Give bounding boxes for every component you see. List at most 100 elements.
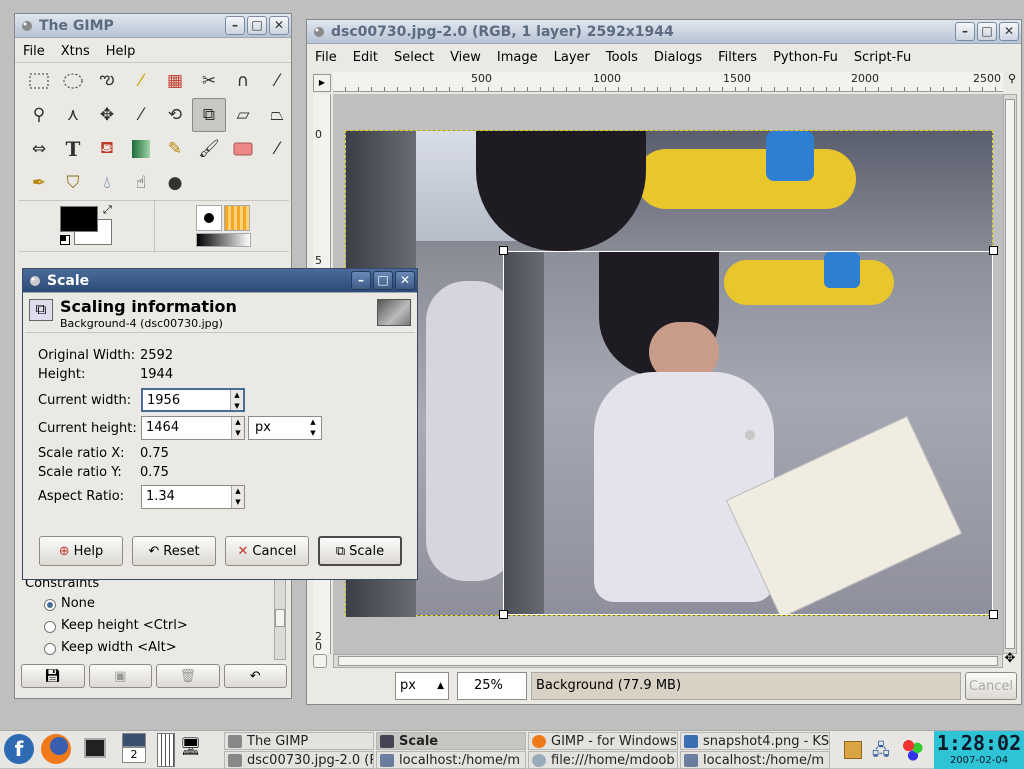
nav-zoom-icon[interactable]: ⚲ (1004, 72, 1020, 88)
flip-icon[interactable]: ⇔ (22, 132, 56, 166)
maximize-button[interactable]: □ (247, 16, 267, 35)
reset-options-button[interactable]: ↶ (223, 664, 287, 688)
reset-button[interactable]: ↶ Reset (132, 536, 216, 566)
quick-mask-button[interactable] (313, 654, 327, 668)
constraint-keep-height-radio[interactable] (44, 621, 56, 633)
menu-script-fu[interactable]: Script-Fu (846, 50, 919, 65)
brush-preview[interactable] (196, 205, 222, 231)
help-button[interactable]: ⊕ Help (39, 536, 123, 566)
kde-menu-icon[interactable]: f (4, 734, 34, 764)
eraser-icon[interactable] (226, 132, 260, 166)
perspective-icon[interactable]: ⏢ (260, 98, 294, 132)
measure-icon[interactable]: ⋏ (56, 98, 90, 132)
task-scale[interactable]: Scale (376, 732, 526, 750)
handle-bottom-left[interactable] (499, 610, 508, 619)
smudge-icon[interactable]: ☝ (124, 166, 158, 200)
unit-select[interactable]: px ▲ ▼ (248, 416, 322, 440)
menu-dialogs[interactable]: Dialogs (646, 50, 710, 65)
clock[interactable]: 1:28:02 2007-02-04 (934, 731, 1024, 769)
scale-titlebar[interactable]: Scale – □ ✕ (23, 269, 417, 293)
task-gimp-windows[interactable]: GIMP - for Windows (528, 732, 678, 750)
vertical-scrollbar[interactable] (1003, 94, 1017, 654)
task-localhost-2[interactable]: localhost:/home/m (680, 751, 830, 769)
current-height-input[interactable]: 1464 ▲ ▼ (141, 416, 245, 440)
image-titlebar[interactable]: dsc00730.jpg-2.0 (RGB, 1 layer) 2592x194… (307, 20, 1021, 44)
blend-icon[interactable] (124, 132, 158, 166)
paintbrush-icon[interactable]: 🖌︎ (192, 132, 226, 166)
text-icon[interactable]: T (56, 132, 90, 166)
task-dsc00730[interactable]: dsc00730.jpg-2.0 (R (224, 751, 374, 769)
horizontal-ruler[interactable]: 500 1000 1500 2000 2500 (333, 72, 1003, 92)
maximize-button[interactable]: □ (977, 22, 997, 41)
scale-tool-icon[interactable]: ⧉ (192, 98, 226, 132)
blur-icon[interactable]: 💧︎ (90, 166, 124, 200)
default-colors-icon[interactable] (60, 235, 70, 245)
show-desktop-icon[interactable] (157, 733, 175, 767)
bucket-fill-icon[interactable]: ⛾ (90, 132, 124, 166)
shear-icon[interactable]: ▱ (226, 98, 260, 132)
minimize-button[interactable]: – (351, 271, 371, 290)
menu-tools[interactable]: Tools (598, 50, 646, 65)
constraint-keep-width-radio[interactable] (44, 643, 56, 655)
task-snapshot[interactable]: snapshot4.png - KS (680, 732, 830, 750)
toolbox-titlebar[interactable]: The GIMP – □ ✕ (15, 14, 291, 38)
lasso-icon[interactable]: ఌ (90, 64, 124, 98)
pencil-icon[interactable]: ✎ (158, 132, 192, 166)
menu-layer[interactable]: Layer (546, 50, 598, 65)
handle-top-right[interactable] (989, 246, 998, 255)
ink-icon[interactable]: ✒ (22, 166, 56, 200)
minimize-button[interactable]: – (225, 16, 245, 35)
scale-button[interactable]: ⧉ Scale (318, 536, 402, 566)
tray-color-icon[interactable] (902, 739, 924, 761)
magnify-icon[interactable]: ⚲ (22, 98, 56, 132)
menu-python-fu[interactable]: Python-Fu (765, 50, 846, 65)
nav-button[interactable]: ✥ (1003, 652, 1017, 666)
ruler-corner-button[interactable]: ▶ (313, 74, 331, 92)
terminal-icon[interactable] (84, 738, 106, 758)
horizontal-scrollbar[interactable] (333, 654, 1003, 668)
close-button[interactable]: ✕ (395, 271, 415, 290)
menu-filters[interactable]: Filters (710, 50, 765, 65)
swap-colors-icon[interactable]: ⤢ (103, 203, 112, 217)
pager-desktop-2[interactable]: 2 (122, 747, 146, 763)
airbrush-icon[interactable]: ⁄ (260, 132, 294, 166)
rotate-icon[interactable]: ⟲ (158, 98, 192, 132)
firefox-icon[interactable] (41, 734, 71, 764)
scale-center-handle[interactable] (745, 430, 755, 440)
pager[interactable]: 2 (122, 733, 148, 767)
klipper-icon[interactable]: 🖥︎ (180, 737, 206, 761)
tray-network-icon[interactable]: 🖧︎ (872, 739, 898, 761)
aspect-ratio-input[interactable]: 1.34 ▲ ▼ (141, 485, 245, 509)
menu-help[interactable]: Help (98, 44, 144, 59)
task-localhost-1[interactable]: localhost:/home/m (376, 751, 526, 769)
task-the-gimp[interactable]: The GIMP (224, 732, 374, 750)
move-icon[interactable]: ✥ (90, 98, 124, 132)
save-options-button[interactable]: 💾︎ (21, 664, 85, 688)
crop-icon[interactable]: ⁄ (124, 98, 158, 132)
gradient-preview[interactable] (196, 233, 251, 247)
color-picker-icon[interactable]: ⁄ (260, 64, 294, 98)
paths-icon[interactable]: ∩ (226, 64, 260, 98)
scissors-icon[interactable]: ✂ (192, 64, 226, 98)
fuzzy-select-icon[interactable]: ⁄ (124, 64, 158, 98)
unit-select[interactable]: px ▲ (395, 672, 449, 700)
restore-options-button[interactable]: ▣ (88, 664, 152, 688)
clone-icon[interactable]: ⛉ (56, 166, 90, 200)
menu-edit[interactable]: Edit (345, 50, 386, 65)
handle-bottom-right[interactable] (989, 610, 998, 619)
options-scrollbar[interactable] (274, 576, 286, 660)
close-button[interactable]: ✕ (269, 16, 289, 35)
status-cancel-button[interactable]: Cancel (965, 672, 1017, 700)
menu-image[interactable]: Image (489, 50, 546, 65)
menu-xtns[interactable]: Xtns (53, 44, 98, 59)
foreground-color-swatch[interactable] (60, 206, 98, 232)
menu-view[interactable]: View (442, 50, 489, 65)
rect-select-icon[interactable] (22, 64, 56, 98)
current-width-input[interactable]: 1956 ▲ ▼ (141, 388, 245, 412)
task-file-home[interactable]: file:///home/mdoob (528, 751, 678, 769)
select-by-color-icon[interactable]: ▦ (158, 64, 192, 98)
constraint-none-radio[interactable] (44, 599, 56, 611)
minimize-button[interactable]: – (955, 22, 975, 41)
dodge-burn-icon[interactable]: ● (158, 166, 192, 200)
pattern-preview[interactable] (224, 205, 250, 231)
